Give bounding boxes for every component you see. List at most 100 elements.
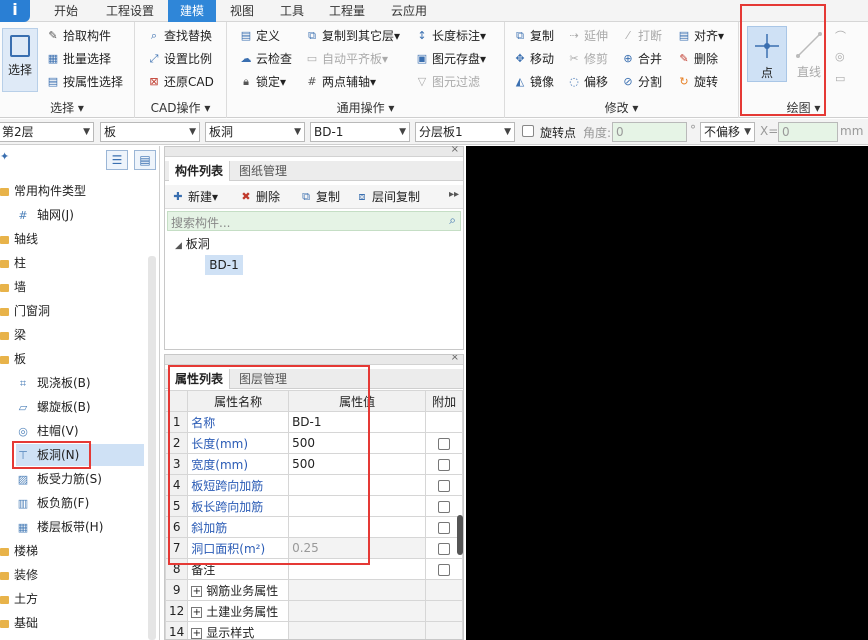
attach-checkbox[interactable]	[438, 542, 451, 555]
property-value[interactable]	[288, 516, 427, 538]
attach-checkbox[interactable]	[438, 563, 451, 576]
mirror-button[interactable]: ◭ 镜像	[513, 72, 554, 92]
property-value[interactable]	[288, 621, 427, 639]
property-value[interactable]	[288, 558, 427, 580]
length-mark-button[interactable]: ↕ 长度标注 ▾	[415, 26, 486, 46]
tree-item[interactable]: ⌗ 现浇板(B)	[16, 372, 91, 394]
restore-cad-button[interactable]: ⊠ 还原CAD	[147, 72, 213, 92]
tree-folder[interactable]: 轴线	[0, 228, 38, 250]
property-row[interactable]: 1 名称 BD-1	[165, 411, 463, 433]
delete-component-button[interactable]: ✖ 删除	[239, 187, 280, 207]
property-value[interactable]	[288, 579, 427, 601]
save-element-button[interactable]: ▣ 图元存盘 ▾	[415, 49, 486, 69]
filter-button[interactable]: ▽ 图元过滤	[415, 72, 480, 92]
component-item-bd1[interactable]: BD-1	[205, 255, 243, 275]
x-input[interactable]: 0	[778, 122, 838, 142]
property-value[interactable]: 500	[288, 432, 427, 454]
property-row[interactable]: 14 + 显示样式	[165, 621, 463, 639]
attach-checkbox[interactable]	[438, 458, 451, 471]
attach-cell[interactable]	[425, 495, 463, 517]
line-button[interactable]: 直线	[789, 26, 829, 82]
cloud-check-button[interactable]: ☁ 云检查	[239, 49, 293, 69]
attach-cell[interactable]	[425, 474, 463, 496]
new-button[interactable]: ✚ 新建 ▾	[171, 187, 218, 207]
copy-to-floor-button[interactable]: ⧉ 复制到其它层 ▾	[305, 26, 400, 46]
property-row[interactable]: 8 备注	[165, 558, 463, 580]
draw-group-title[interactable]: 绘图 ▾	[739, 99, 868, 116]
attach-checkbox[interactable]	[438, 521, 451, 534]
select-button[interactable]: 选择	[2, 28, 38, 92]
property-row[interactable]: 9 + 钢筋业务属性	[165, 579, 463, 601]
expand-icon[interactable]: +	[191, 585, 203, 597]
auto-flat-button[interactable]: ▭ 自动平齐板 ▾	[305, 49, 388, 69]
rectangle-icon[interactable]: ▭	[835, 72, 849, 86]
attach-cell[interactable]	[425, 453, 463, 475]
tab-view[interactable]: 视图	[222, 0, 262, 22]
move-button[interactable]: ✥ 移动	[513, 49, 554, 69]
merge-button[interactable]: ⊕ 合并	[621, 49, 662, 69]
tree-item[interactable]: ⊤ 板洞(N)	[16, 444, 144, 466]
copy-component-button[interactable]: ⧉ 复制	[299, 187, 340, 207]
point-button[interactable]: 点	[747, 26, 787, 82]
arc-icon[interactable]: ⌒	[835, 28, 849, 43]
lock-button[interactable]: 🔒︎ 锁定 ▾	[239, 72, 286, 92]
floor-select[interactable]: 第2层 ▼	[0, 122, 94, 142]
expand-icon[interactable]: +	[191, 606, 203, 618]
property-value[interactable]	[288, 495, 427, 517]
tree-folder[interactable]: 基础	[0, 612, 38, 634]
layer-select[interactable]: 分层板1 ▼	[415, 122, 515, 142]
property-name[interactable]: + 钢筋业务属性	[187, 579, 290, 601]
tree-item[interactable]: ▥ 板负筋(F)	[16, 492, 89, 514]
tree-folder[interactable]: 装修	[0, 564, 38, 586]
offset-select[interactable]: 不偏移 ▼	[700, 122, 755, 142]
property-row[interactable]: 7 洞口面积(m²) 0.25	[165, 537, 463, 559]
app-logo-icon[interactable]: i	[0, 0, 30, 22]
floor-copy-button[interactable]: ⧈ 层间复制	[355, 187, 421, 207]
property-row[interactable]: 12 + 土建业务属性	[165, 600, 463, 622]
delete-button[interactable]: ✎ 删除	[677, 49, 718, 69]
attach-cell[interactable]	[425, 432, 463, 454]
tab-property-list[interactable]: 属性列表	[169, 369, 231, 389]
tree-item[interactable]: ▦ 楼层板带(H)	[16, 516, 104, 538]
tree-folder[interactable]: 土方	[0, 588, 38, 610]
batch-select-button[interactable]: ▦ 批量选择	[46, 49, 111, 69]
tree-folder[interactable]: 梁	[0, 324, 26, 346]
close-icon[interactable]: ×	[451, 144, 459, 155]
modify-group-title[interactable]: 修改 ▾	[505, 99, 738, 116]
tab-tools[interactable]: 工具	[272, 0, 312, 22]
tree-item[interactable]: ◎ 柱帽(V)	[16, 420, 78, 442]
tab-modeling[interactable]: 建模	[168, 0, 216, 22]
property-row[interactable]: 3 宽度(mm) 500	[165, 453, 463, 475]
property-row[interactable]: 4 板短跨向加筋	[165, 474, 463, 496]
tree-folder[interactable]: 楼梯	[0, 540, 38, 562]
subtype-select[interactable]: 板洞 ▼	[205, 122, 305, 142]
close-icon[interactable]: ×	[451, 355, 459, 363]
property-row[interactable]: 6 斜加筋	[165, 516, 463, 538]
select-group-title[interactable]: 选择 ▾	[0, 99, 134, 116]
tree-item[interactable]: ▱ 螺旋板(B)	[16, 396, 91, 418]
element-select[interactable]: BD-1 ▼	[310, 122, 410, 142]
property-row[interactable]: 5 板长跨向加筋	[165, 495, 463, 517]
tree-folder[interactable]: 墙	[0, 276, 26, 298]
rotate-button[interactable]: ↻ 旋转	[677, 72, 718, 92]
general-group-title[interactable]: 通用操作 ▾	[227, 99, 504, 116]
cad-group-title[interactable]: CAD操作 ▾	[135, 99, 226, 116]
copy-button[interactable]: ⧉ 复制	[513, 26, 554, 46]
tree-item[interactable]: ▨ 板受力筋(S)	[16, 468, 102, 490]
grid-view-icon[interactable]: ▤	[134, 150, 156, 170]
tab-drawing-management[interactable]: 图纸管理	[233, 161, 293, 181]
tab-start[interactable]: 开始	[46, 0, 86, 22]
attach-checkbox[interactable]	[438, 479, 451, 492]
pick-component-button[interactable]: ✎ 拾取构件	[46, 26, 111, 46]
split-button[interactable]: ⊘ 分割	[621, 72, 662, 92]
attach-checkbox[interactable]	[438, 500, 451, 513]
select-by-attr-button[interactable]: ▤ 按属性选择	[46, 72, 123, 92]
property-value[interactable]: BD-1	[288, 411, 427, 433]
tab-component-list[interactable]: 构件列表	[169, 161, 231, 181]
type-select[interactable]: 板 ▼	[100, 122, 200, 142]
property-row[interactable]: 2 长度(mm) 500	[165, 432, 463, 454]
tree-folder[interactable]: 常用构件类型	[0, 180, 86, 202]
tab-project-settings[interactable]: 工程设置	[100, 0, 160, 22]
offset-button[interactable]: ◌ 偏移	[567, 72, 608, 92]
attach-checkbox[interactable]	[438, 437, 451, 450]
